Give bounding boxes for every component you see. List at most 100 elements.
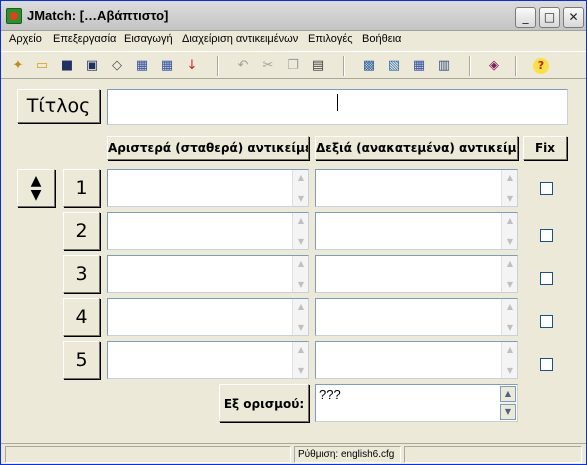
left-item-input[interactable]: ▲ ▼ — [107, 212, 309, 250]
cut-icon[interactable]: ✂ — [258, 56, 278, 76]
scroll-up-icon[interactable]: ▲ — [294, 214, 308, 227]
toolbar-separator — [515, 56, 517, 76]
scroll-up-icon[interactable]: ▲ — [503, 214, 517, 227]
app-icon — [6, 8, 22, 24]
scroll-up-icon[interactable]: ▲ — [294, 171, 308, 184]
fix-checkbox[interactable] — [540, 229, 553, 242]
right-item-input[interactable]: ▲ ▼ — [315, 298, 518, 336]
save-icon[interactable]: ■ — [57, 56, 77, 76]
eraser-icon[interactable]: ◇ — [107, 56, 127, 76]
scroll-up-icon[interactable]: ▲ — [500, 386, 516, 402]
scrollbar[interactable]: ▲ ▼ — [500, 386, 516, 420]
left-item-input[interactable]: ▲ ▼ — [107, 341, 309, 379]
title-label: Τίτλος — [17, 89, 100, 123]
fix-checkbox[interactable] — [540, 182, 553, 195]
scroll-up-icon[interactable]: ▲ — [503, 300, 517, 313]
scroll-down-icon[interactable]: ▼ — [294, 192, 308, 205]
menu-bar: Αρχείο Επεξεργασία Εισαγωγή Διαχείριση α… — [1, 31, 586, 50]
new-file-icon[interactable]: ✦ — [8, 56, 28, 76]
scroll-down-icon[interactable]: ▼ — [294, 235, 308, 248]
help-icon[interactable]: ? — [533, 58, 549, 74]
scroll-down-icon[interactable]: ▼ — [500, 404, 516, 420]
web-page-2-icon[interactable]: ▦ — [157, 56, 177, 76]
fix-checkbox[interactable] — [540, 272, 553, 285]
settings-icon[interactable]: ◈ — [484, 56, 504, 76]
left-items-header: Αριστερά (σταθερά) αντικείμενα — [107, 136, 309, 160]
scrollbar[interactable]: ▲ ▼ — [501, 170, 517, 206]
minimize-button[interactable]: _ — [515, 7, 536, 28]
scroll-up-icon[interactable]: ▲ — [294, 343, 308, 356]
status-bar: Ρύθμιση: english6.cfg — [1, 443, 586, 464]
scrollbar[interactable]: ▲ ▼ — [292, 170, 308, 206]
fix-checkbox[interactable] — [540, 315, 553, 328]
scrollbar[interactable]: ▲ ▼ — [501, 342, 517, 378]
scrollbar[interactable]: ▲ ▼ — [292, 342, 308, 378]
close-button[interactable]: ✕ — [563, 7, 584, 28]
toolbar-separator — [469, 56, 471, 76]
toolbar: ✦ ▭ ■ ▣ ◇ ▦ ▦ ↓ ↶ ✂ ❐ ▤ ▩ ▧ ▦ ▥ ◈ ? — [1, 51, 586, 79]
row-number: 4 — [63, 298, 100, 336]
scroll-down-icon[interactable]: ▼ — [503, 321, 517, 334]
arrow-down-icon[interactable]: ↓ — [182, 56, 202, 76]
paste-icon[interactable]: ▤ — [308, 56, 328, 76]
default-label: Εξ ορισμού: — [219, 384, 309, 422]
image-insert-icon[interactable]: ▩ — [359, 56, 379, 76]
left-item-input[interactable]: ▲ ▼ — [107, 169, 309, 207]
row-number: 5 — [63, 341, 100, 379]
menu-manage-items[interactable]: Διαχείριση αντικειμένων — [182, 33, 298, 45]
status-config: Ρύθμιση: english6.cfg — [294, 446, 401, 463]
image-edit-icon[interactable]: ▧ — [384, 56, 404, 76]
scroll-up-icon[interactable]: ▲ — [294, 300, 308, 313]
status-panel-right — [404, 446, 582, 463]
menu-options[interactable]: Επιλογές — [308, 33, 353, 45]
scroll-up-icon[interactable]: ▲ — [503, 257, 517, 270]
row-number: 3 — [63, 255, 100, 293]
scrollbar[interactable]: ▲ ▼ — [292, 213, 308, 249]
left-item-input[interactable]: ▲ ▼ — [107, 255, 309, 293]
scroll-down-icon[interactable]: ▼ — [503, 278, 517, 291]
copy-icon[interactable]: ❐ — [283, 56, 303, 76]
web-page-icon[interactable]: ▦ — [132, 56, 152, 76]
right-item-input[interactable]: ▲ ▼ — [315, 255, 518, 293]
title-input[interactable] — [107, 89, 568, 125]
undo-icon[interactable]: ↶ — [233, 56, 253, 76]
save-as-icon[interactable]: ▣ — [82, 56, 102, 76]
scrollbar[interactable]: ▲ ▼ — [501, 213, 517, 249]
toolbar-separator — [217, 56, 219, 76]
menu-edit[interactable]: Επεξεργασία — [53, 33, 116, 45]
menu-help[interactable]: Βοήθεια — [362, 33, 401, 45]
arrow-up-icon[interactable]: ▲ — [18, 174, 54, 188]
move-row-buttons[interactable]: ▲ ▼ — [17, 169, 55, 207]
default-input[interactable]: ??? ▲ ▼ — [315, 384, 518, 422]
menu-insert[interactable]: Εισαγωγή — [124, 33, 173, 45]
scrollbar[interactable]: ▲ ▼ — [292, 299, 308, 335]
row-number: 1 — [63, 169, 100, 207]
scroll-down-icon[interactable]: ▼ — [503, 364, 517, 377]
right-item-input[interactable]: ▲ ▼ — [315, 169, 518, 207]
scroll-up-icon[interactable]: ▲ — [503, 343, 517, 356]
left-item-input[interactable]: ▲ ▼ — [107, 298, 309, 336]
right-item-input[interactable]: ▲ ▼ — [315, 212, 518, 250]
scroll-down-icon[interactable]: ▼ — [503, 192, 517, 205]
row-number: 2 — [63, 212, 100, 250]
fix-checkbox[interactable] — [540, 358, 553, 371]
scroll-up-icon[interactable]: ▲ — [294, 257, 308, 270]
title-bar: JMatch: […Αβάπτιστο] _ □ ✕ — [1, 1, 586, 31]
text-cursor — [337, 94, 338, 111]
scrollbar[interactable]: ▲ ▼ — [501, 256, 517, 292]
scrollbar[interactable]: ▲ ▼ — [501, 299, 517, 335]
open-folder-icon[interactable]: ▭ — [32, 56, 52, 76]
arrow-down-icon[interactable]: ▼ — [18, 188, 54, 202]
maximize-button[interactable]: □ — [539, 7, 560, 28]
scroll-down-icon[interactable]: ▼ — [294, 364, 308, 377]
scroll-down-icon[interactable]: ▼ — [294, 321, 308, 334]
menu-file[interactable]: Αρχείο — [9, 33, 42, 45]
right-item-input[interactable]: ▲ ▼ — [315, 341, 518, 379]
items-icon[interactable]: ▥ — [434, 56, 454, 76]
scroll-down-icon[interactable]: ▼ — [503, 235, 517, 248]
scroll-down-icon[interactable]: ▼ — [294, 278, 308, 291]
fix-header: Fix — [523, 136, 567, 160]
grid-icon[interactable]: ▦ — [409, 56, 429, 76]
scrollbar[interactable]: ▲ ▼ — [292, 256, 308, 292]
scroll-up-icon[interactable]: ▲ — [503, 171, 517, 184]
